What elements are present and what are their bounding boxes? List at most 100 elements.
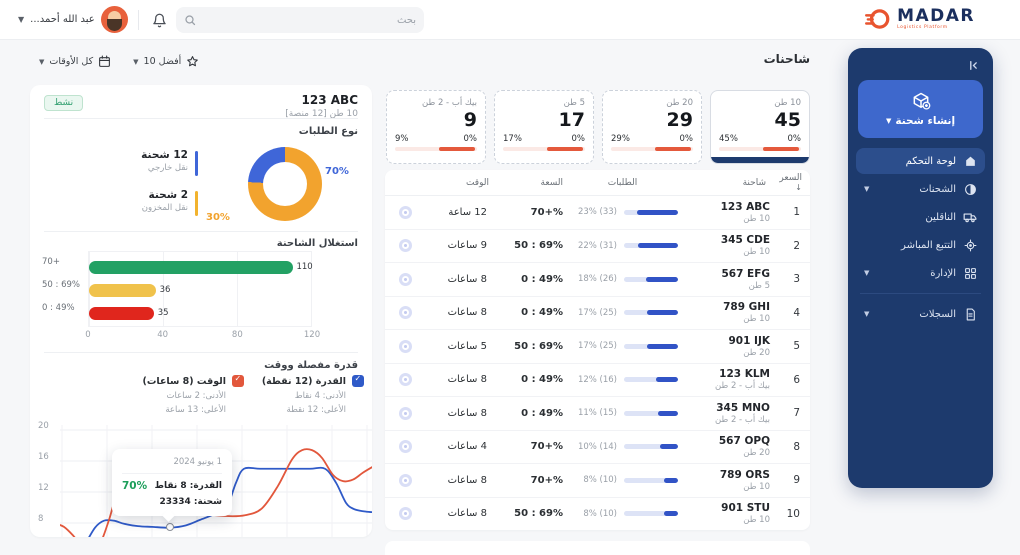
table-row[interactable]: 2 345 CDE 10 طن 22% (31) 50 : 69% 9 ساعات <box>385 230 810 263</box>
cell-rank: 2 <box>793 239 800 252</box>
cell-capacity: 50 : 69% <box>514 340 563 352</box>
cell-truck: 901 STU 10 طن <box>721 502 770 526</box>
view-icon[interactable] <box>398 272 412 286</box>
card-title: 20 طن <box>666 98 693 108</box>
utilization-bar <box>89 307 154 320</box>
view-icon[interactable] <box>398 473 412 487</box>
cell-truck: 567 OPQ 20 طن <box>718 435 770 459</box>
cell-rank: 1 <box>793 206 800 219</box>
sidebar: إنشاء شحنة ▼ لوحة التحكم الشحنات ▼ الناقل… <box>848 48 993 488</box>
cell-time: 4 ساعات <box>447 441 487 453</box>
time-series-label: الوقت (8 ساعات) <box>142 375 226 387</box>
cell-orders: 10% (14) <box>567 442 678 452</box>
bell-icon[interactable] <box>148 9 170 31</box>
view-icon[interactable] <box>398 406 412 420</box>
search-bar <box>176 7 424 33</box>
sidebar-item-label: الشحنات <box>919 183 956 195</box>
cell-truck: 567 EFG 5 طن <box>721 267 770 291</box>
summary-card-20-طن[interactable]: 20 طن 29 0% 29% <box>602 90 702 164</box>
cell-orders: 11% (15) <box>567 408 678 418</box>
donut-legend: 12 شحنة نقل خارجي 2 شحنة نقل المخزون <box>60 149 198 216</box>
search-icon <box>184 14 196 26</box>
cell-truck: 345 CDE 10 طن <box>720 234 770 258</box>
filter-top10[interactable]: أفضل 10 ▼ <box>127 51 205 72</box>
table-row[interactable]: 6 123 KLM بيك أب - 2 طن 12% (16) 0 : 49% … <box>385 364 810 397</box>
cell-truck: 789 GHI 10 طن <box>723 301 770 325</box>
donut-label-70: 70% <box>325 166 349 177</box>
search-input[interactable] <box>196 14 416 26</box>
time-checkbox[interactable] <box>232 374 244 387</box>
cell-capacity: 50 : 69% <box>514 508 563 520</box>
sidebar-item-carriers[interactable]: الناقلين <box>856 204 985 230</box>
cell-time: 8 ساعات <box>447 273 487 285</box>
sidebar-nav: لوحة التحكم الشحنات ▼ الناقلين التتبع ال… <box>848 148 993 327</box>
sidebar-item-dashboard[interactable]: لوحة التحكم <box>856 148 985 174</box>
records-icon <box>963 307 977 321</box>
dashboard-icon <box>963 154 977 168</box>
view-icon[interactable] <box>398 339 412 353</box>
table-row[interactable]: 9 789 ORS 10 طن 8% (10) 70+% 8 ساعات <box>385 464 810 498</box>
summary-card-بيك-أب---2-طن[interactable]: بيك أب - 2 طن 9 0% 9% <box>386 90 486 164</box>
capacity-checkbox[interactable] <box>352 374 364 387</box>
card-left-pct: 45% <box>719 134 738 144</box>
utilization-bar <box>89 261 293 274</box>
cell-capacity: 0 : 49% <box>521 374 563 386</box>
cell-orders: 22% (31) <box>567 241 678 251</box>
table-row[interactable]: 10 901 STU 10 طن 8% (10) 50 : 69% 8 ساعات <box>385 498 810 531</box>
bar-category-labels: 70+ 50 : 69% 0 : 49% <box>42 257 80 313</box>
tooltip-percent: 70% <box>122 480 148 492</box>
card-title: بيك أب - 2 طن <box>422 98 477 108</box>
card-right-pct: 0% <box>571 134 586 144</box>
chevron-down-icon: ▼ <box>864 185 870 193</box>
sidebar-item-tracking[interactable]: التتبع المباشر <box>856 232 985 258</box>
time-series-toggle: الوقت (8 ساعات) الأدنى: 2 ساعات الأعلى: … <box>112 374 244 415</box>
table-row[interactable]: 8 567 OPQ 20 طن 10% (14) 70+% 4 ساعات <box>385 431 810 464</box>
capacity-series-label: القدرة (12 نقطة) <box>261 375 346 387</box>
user-menu[interactable]: ▼ عبد الله أحمد... <box>18 6 128 33</box>
table-body: 1 123 ABC 10 طن 23% (33) 70+% 12 ساعة 2 3… <box>385 196 810 530</box>
cell-truck: 789 ORS 10 طن <box>719 468 770 492</box>
cell-orders: 18% (26) <box>567 274 678 284</box>
column-capacity: السعة <box>540 177 563 188</box>
collapse-sidebar-icon[interactable] <box>965 57 981 73</box>
summary-card-10-طن[interactable]: 10 طن 45 0% 45% <box>710 90 810 164</box>
avatar <box>100 6 128 33</box>
user-name: عبد الله أحمد... <box>30 14 95 25</box>
table-row[interactable]: 5 901 IJK 20 طن 17% (25) 50 : 69% 5 ساعات <box>385 330 810 364</box>
cell-rank: 7 <box>793 407 800 420</box>
chevron-down-icon: ▼ <box>133 57 139 66</box>
chevron-down-icon: ▼ <box>18 15 25 24</box>
view-icon[interactable] <box>398 373 412 387</box>
table-row[interactable]: 7 345 MNO بيك أب - 2 طن 11% (15) 0 : 49% … <box>385 397 810 431</box>
table-row[interactable]: 3 567 EFG 5 طن 18% (26) 0 : 49% 8 ساعات <box>385 263 810 297</box>
cell-orders: 12% (16) <box>567 375 678 385</box>
view-icon[interactable] <box>398 507 412 521</box>
table-row[interactable]: 4 789 GHI 10 طن 17% (25) 0 : 49% 8 ساعات <box>385 297 810 330</box>
trucks-table: السعر ↓ شاحنة الطلبات السعة الوقت 1 123 … <box>385 170 810 530</box>
filter-label: أفضل 10 <box>143 56 182 67</box>
tooltip-capacity: القدرة: 8 نقاط <box>154 481 222 491</box>
card-right-pct: 0% <box>463 134 478 144</box>
column-orders: الطلبات <box>607 177 638 188</box>
sidebar-item-label: السجلات <box>919 308 956 320</box>
view-icon[interactable] <box>398 306 412 320</box>
view-icon[interactable] <box>398 440 412 454</box>
cell-rank: 8 <box>793 440 800 453</box>
cell-rank: 4 <box>793 306 800 319</box>
cell-orders: 8% (10) <box>567 509 678 519</box>
create-shipment-label: إنشاء شحنة <box>895 115 956 127</box>
column-price[interactable]: السعر ↓ <box>770 173 806 193</box>
card-title: 5 طن <box>563 98 585 108</box>
sidebar-item-shipments[interactable]: الشحنات ▼ <box>856 176 985 202</box>
chevron-down-icon: ▼ <box>885 117 892 125</box>
summary-card-5-طن[interactable]: 5 طن 17 0% 17% <box>494 90 594 164</box>
view-icon[interactable] <box>398 239 412 253</box>
sidebar-item-management[interactable]: الإدارة ▼ <box>856 260 985 286</box>
sidebar-item-records[interactable]: السجلات ▼ <box>856 301 985 327</box>
table-row[interactable]: 1 123 ABC 10 طن 23% (33) 70+% 12 ساعة <box>385 196 810 230</box>
view-icon[interactable] <box>398 205 412 219</box>
tooltip-shipment: شحنة: 23334 <box>159 497 222 507</box>
create-shipment-button[interactable]: إنشاء شحنة ▼ <box>858 80 983 138</box>
filter-time[interactable]: كل الأوقات ▼ <box>33 51 117 72</box>
selected-indicator <box>711 157 809 163</box>
